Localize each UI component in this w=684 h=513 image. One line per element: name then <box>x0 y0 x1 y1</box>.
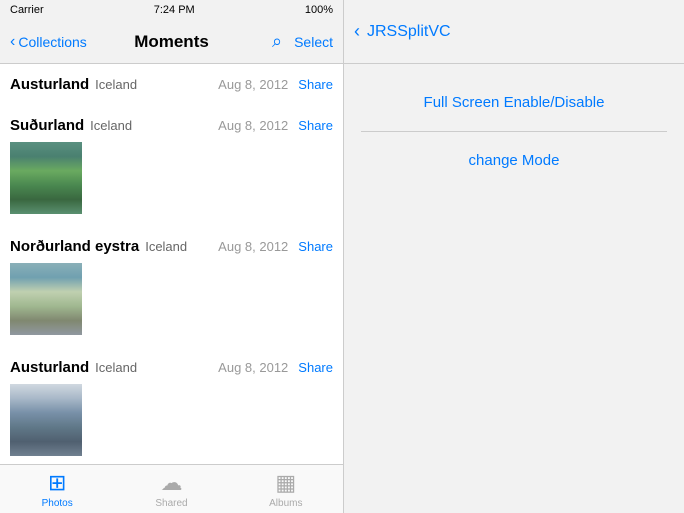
photo-thumb-2[interactable] <box>10 142 82 214</box>
chevron-left-icon: ‹ <box>10 33 15 51</box>
status-bar: Carrier 7:24 PM 100% <box>0 0 343 20</box>
moment-region-2: Suðurland <box>10 117 84 134</box>
nav-title: Moments <box>134 32 209 52</box>
right-nav-title: JRSSplitVC <box>367 23 451 41</box>
moment-country-2: Iceland <box>90 118 132 133</box>
right-back-button[interactable]: ‹ JRSSplitVC <box>354 21 451 42</box>
tab-shared-label: Shared <box>155 498 187 509</box>
tab-shared[interactable]: ☁ Shared <box>114 470 228 509</box>
moment-country-4: Iceland <box>95 360 137 375</box>
moment-meta-3: Aug 8, 2012 Share <box>218 239 333 254</box>
moment-location-3: Norðurland eystra Iceland <box>10 238 187 255</box>
moment-meta-4: Aug 8, 2012 Share <box>218 360 333 375</box>
left-panel: Carrier 7:24 PM 100% ‹ Collections Momen… <box>0 0 344 513</box>
photo-thumb-3[interactable] <box>10 263 82 335</box>
moment-region-1: Austurland <box>10 76 89 93</box>
photos-icon: ⊞ <box>48 470 66 496</box>
moment-group-4: Austurland Iceland Aug 8, 2012 Share <box>0 347 343 464</box>
nav-actions: ⌕ Select <box>272 31 333 52</box>
select-button[interactable]: Select <box>294 34 333 50</box>
tab-photos-label: Photos <box>42 498 73 509</box>
moment-region-4: Austurland <box>10 359 89 376</box>
moment-share-3[interactable]: Share <box>298 239 333 254</box>
moment-country-3: Iceland <box>145 239 187 254</box>
moment-header-3: Norðurland eystra Iceland Aug 8, 2012 Sh… <box>0 234 343 259</box>
moment-group-1: Austurland Iceland Aug 8, 2012 Share <box>0 64 343 105</box>
right-panel: ‹ JRSSplitVC Full Screen Enable/Disable … <box>344 0 684 513</box>
carrier-label: Carrier <box>10 4 44 16</box>
moment-location-4: Austurland Iceland <box>10 359 137 376</box>
right-nav-bar: ‹ JRSSplitVC <box>344 0 684 64</box>
shared-icon: ☁ <box>160 470 182 496</box>
full-screen-button[interactable]: Full Screen Enable/Disable <box>424 94 605 111</box>
tab-albums-label: Albums <box>269 498 302 509</box>
moment-meta-2: Aug 8, 2012 Share <box>218 118 333 133</box>
right-content: Full Screen Enable/Disable change Mode <box>344 64 684 513</box>
tab-albums[interactable]: ▦ Albums <box>229 470 343 509</box>
search-icon[interactable]: ⌕ <box>272 31 282 52</box>
tab-bar: ⊞ Photos ☁ Shared ▦ Albums <box>0 464 343 513</box>
albums-icon: ▦ <box>275 470 296 496</box>
back-button[interactable]: ‹ Collections <box>10 33 87 51</box>
moment-group-2: Suðurland Iceland Aug 8, 2012 Share <box>0 105 343 226</box>
nav-bar: ‹ Collections Moments ⌕ Select <box>0 20 343 64</box>
moment-header-2: Suðurland Iceland Aug 8, 2012 Share <box>0 113 343 138</box>
moment-date-2: Aug 8, 2012 <box>218 118 288 133</box>
moment-share-4[interactable]: Share <box>298 360 333 375</box>
scroll-area[interactable]: Austurland Iceland Aug 8, 2012 Share Suð… <box>0 64 343 464</box>
moment-share-2[interactable]: Share <box>298 118 333 133</box>
battery-label: 100% <box>305 4 333 16</box>
moment-date-1: Aug 8, 2012 <box>218 77 288 92</box>
moment-date-4: Aug 8, 2012 <box>218 360 288 375</box>
moment-header-1: Austurland Iceland Aug 8, 2012 Share <box>0 72 343 97</box>
back-label: Collections <box>18 34 86 50</box>
moment-date-3: Aug 8, 2012 <box>218 239 288 254</box>
change-mode-button[interactable]: change Mode <box>469 152 560 169</box>
moment-header-4: Austurland Iceland Aug 8, 2012 Share <box>0 355 343 380</box>
time-label: 7:24 PM <box>154 4 195 16</box>
divider <box>361 131 667 132</box>
moment-region-3: Norðurland eystra <box>10 238 139 255</box>
moment-location-1: Austurland Iceland <box>10 76 137 93</box>
photo-thumb-4[interactable] <box>10 384 82 456</box>
moment-country-1: Iceland <box>95 77 137 92</box>
moment-location-2: Suðurland Iceland <box>10 117 132 134</box>
moment-share-1[interactable]: Share <box>298 77 333 92</box>
moment-group-3: Norðurland eystra Iceland Aug 8, 2012 Sh… <box>0 226 343 347</box>
tab-photos[interactable]: ⊞ Photos <box>0 470 114 509</box>
right-chevron-left-icon: ‹ <box>354 21 360 42</box>
moment-meta-1: Aug 8, 2012 Share <box>218 77 333 92</box>
